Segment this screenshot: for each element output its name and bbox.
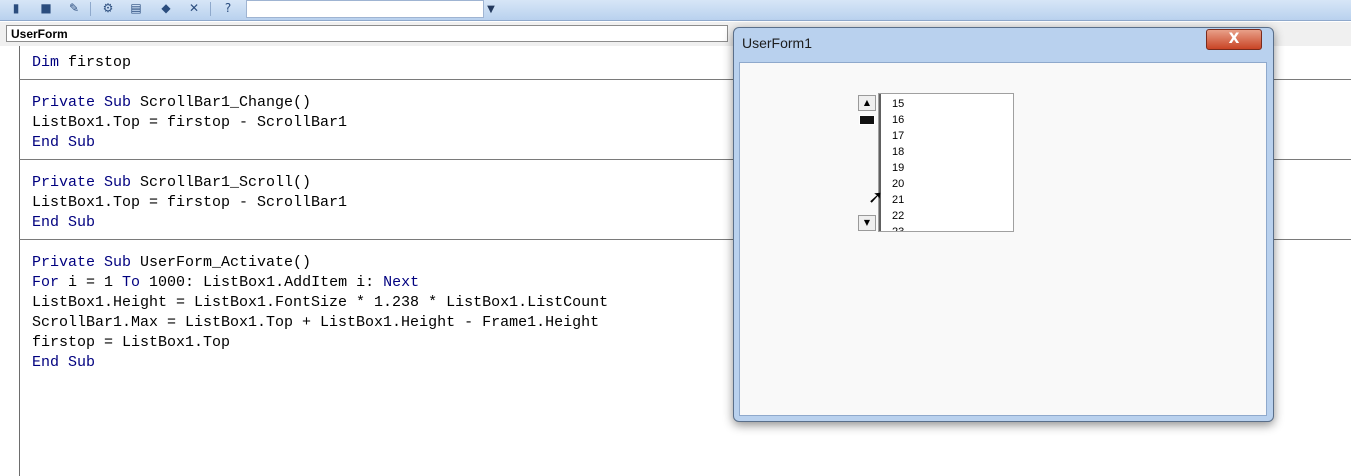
properties-icon[interactable]: ▤ — [128, 1, 144, 15]
code-line[interactable]: ScrollBar1.Max = ListBox1.Top + ListBox1… — [32, 313, 599, 333]
list-item[interactable]: 20 — [892, 176, 904, 192]
toolbar-separator — [90, 2, 91, 16]
code-line[interactable]: ListBox1.Top = firstop - ScrollBar1 — [32, 193, 347, 213]
code-token: ScrollBar1.Max = ListBox1.Top + ListBox1… — [32, 314, 600, 331]
code-token: firstop — [59, 54, 132, 71]
keyword-token: End Sub — [32, 354, 96, 371]
code-line[interactable]: End Sub — [32, 133, 95, 153]
code-token: ScrollBar1_Scroll() — [131, 174, 312, 191]
close-button[interactable]: X — [1206, 29, 1262, 50]
code-token: 1000: ListBox1.AddItem i: — [140, 274, 384, 291]
userform-window: UserForm1 X ▲ ▼ 15 16 17 18 19 20 21 22 23 ➚ — [733, 27, 1274, 422]
scroll-up-button[interactable]: ▲ — [858, 95, 876, 111]
undo-icon[interactable]: ▮ — [8, 1, 24, 15]
chevron-down-icon[interactable]: ▼ — [484, 2, 498, 18]
code-line[interactable]: End Sub — [32, 353, 95, 373]
code-line[interactable]: Private Sub ScrollBar1_Change() — [32, 93, 311, 113]
listbox1[interactable]: 15 16 17 18 19 20 21 22 23 — [878, 93, 1014, 232]
object-combo[interactable]: UserForm — [6, 25, 728, 42]
code-token: ListBox1.Top = firstop - ScrollBar1 — [32, 194, 348, 211]
code-token: firstop = ListBox1.Top — [32, 334, 231, 351]
margin-indicator-bar — [19, 46, 20, 476]
code-token: ListBox1.Top = firstop - ScrollBar1 — [32, 114, 348, 131]
listbox-edge — [879, 94, 881, 231]
code-line[interactable]: ListBox1.Top = firstop - ScrollBar1 — [32, 113, 347, 133]
standard-toolbar: ▮ ■ ✎ ⚙ ▤ ◆ ✕ ? ▼ — [0, 0, 1351, 21]
scroll-thumb[interactable] — [859, 115, 875, 125]
toolbox-icon[interactable]: ✕ — [186, 1, 202, 15]
code-line[interactable]: Dim firstop — [32, 53, 131, 73]
keyword-token: End Sub — [32, 134, 96, 151]
code-line[interactable]: For i = 1 To 1000: ListBox1.AddItem i: N… — [32, 273, 419, 293]
window-title: UserForm1 — [742, 35, 813, 51]
keyword-token: For — [32, 274, 60, 291]
code-line[interactable]: Private Sub UserForm_Activate() — [32, 253, 311, 273]
toolbar-separator — [210, 2, 211, 16]
code-token: ScrollBar1_Change() — [131, 94, 312, 111]
object-browser-icon[interactable]: ◆ — [158, 1, 174, 15]
keyword-token: To — [122, 274, 141, 291]
list-item[interactable]: 16 — [892, 112, 904, 128]
code-line[interactable]: ListBox1.Height = ListBox1.FontSize * 1.… — [32, 293, 608, 313]
help-icon[interactable]: ? — [220, 1, 236, 15]
keyword-token: Next — [383, 274, 420, 291]
code-token: i = 1 — [59, 274, 123, 291]
list-item[interactable]: 15 — [892, 96, 904, 112]
code-token: UserForm_Activate() — [131, 254, 312, 271]
stop-icon[interactable]: ■ — [38, 1, 54, 15]
keyword-token: End Sub — [32, 214, 96, 231]
userform-client: ▲ ▼ 15 16 17 18 19 20 21 22 23 ➚ — [739, 62, 1267, 416]
list-item[interactable]: 17 — [892, 128, 904, 144]
keyword-token: Private Sub — [32, 94, 132, 111]
keyword-token: Dim — [32, 54, 60, 71]
close-icon: X — [1228, 31, 1240, 47]
keyword-token: Private Sub — [32, 254, 132, 271]
scrollbar1[interactable]: ▲ ▼ — [858, 95, 876, 233]
code-token: ListBox1.Height = ListBox1.FontSize * 1.… — [32, 294, 609, 311]
list-item[interactable]: 23 — [892, 224, 904, 231]
list-item[interactable]: 22 — [892, 208, 904, 224]
code-line[interactable]: firstop = ListBox1.Top — [32, 333, 230, 353]
mouse-cursor-icon: ➚ — [868, 187, 884, 208]
list-item[interactable]: 18 — [892, 144, 904, 160]
toolbar-combo[interactable] — [246, 0, 484, 18]
code-line[interactable]: End Sub — [32, 213, 95, 233]
code-line[interactable]: Private Sub ScrollBar1_Scroll() — [32, 173, 311, 193]
project-icon[interactable]: ⚙ — [100, 1, 116, 15]
keyword-token: Private Sub — [32, 174, 132, 191]
design-icon[interactable]: ✎ — [66, 1, 82, 15]
list-item[interactable]: 21 — [892, 192, 904, 208]
list-item[interactable]: 19 — [892, 160, 904, 176]
scroll-down-button[interactable]: ▼ — [858, 215, 876, 231]
